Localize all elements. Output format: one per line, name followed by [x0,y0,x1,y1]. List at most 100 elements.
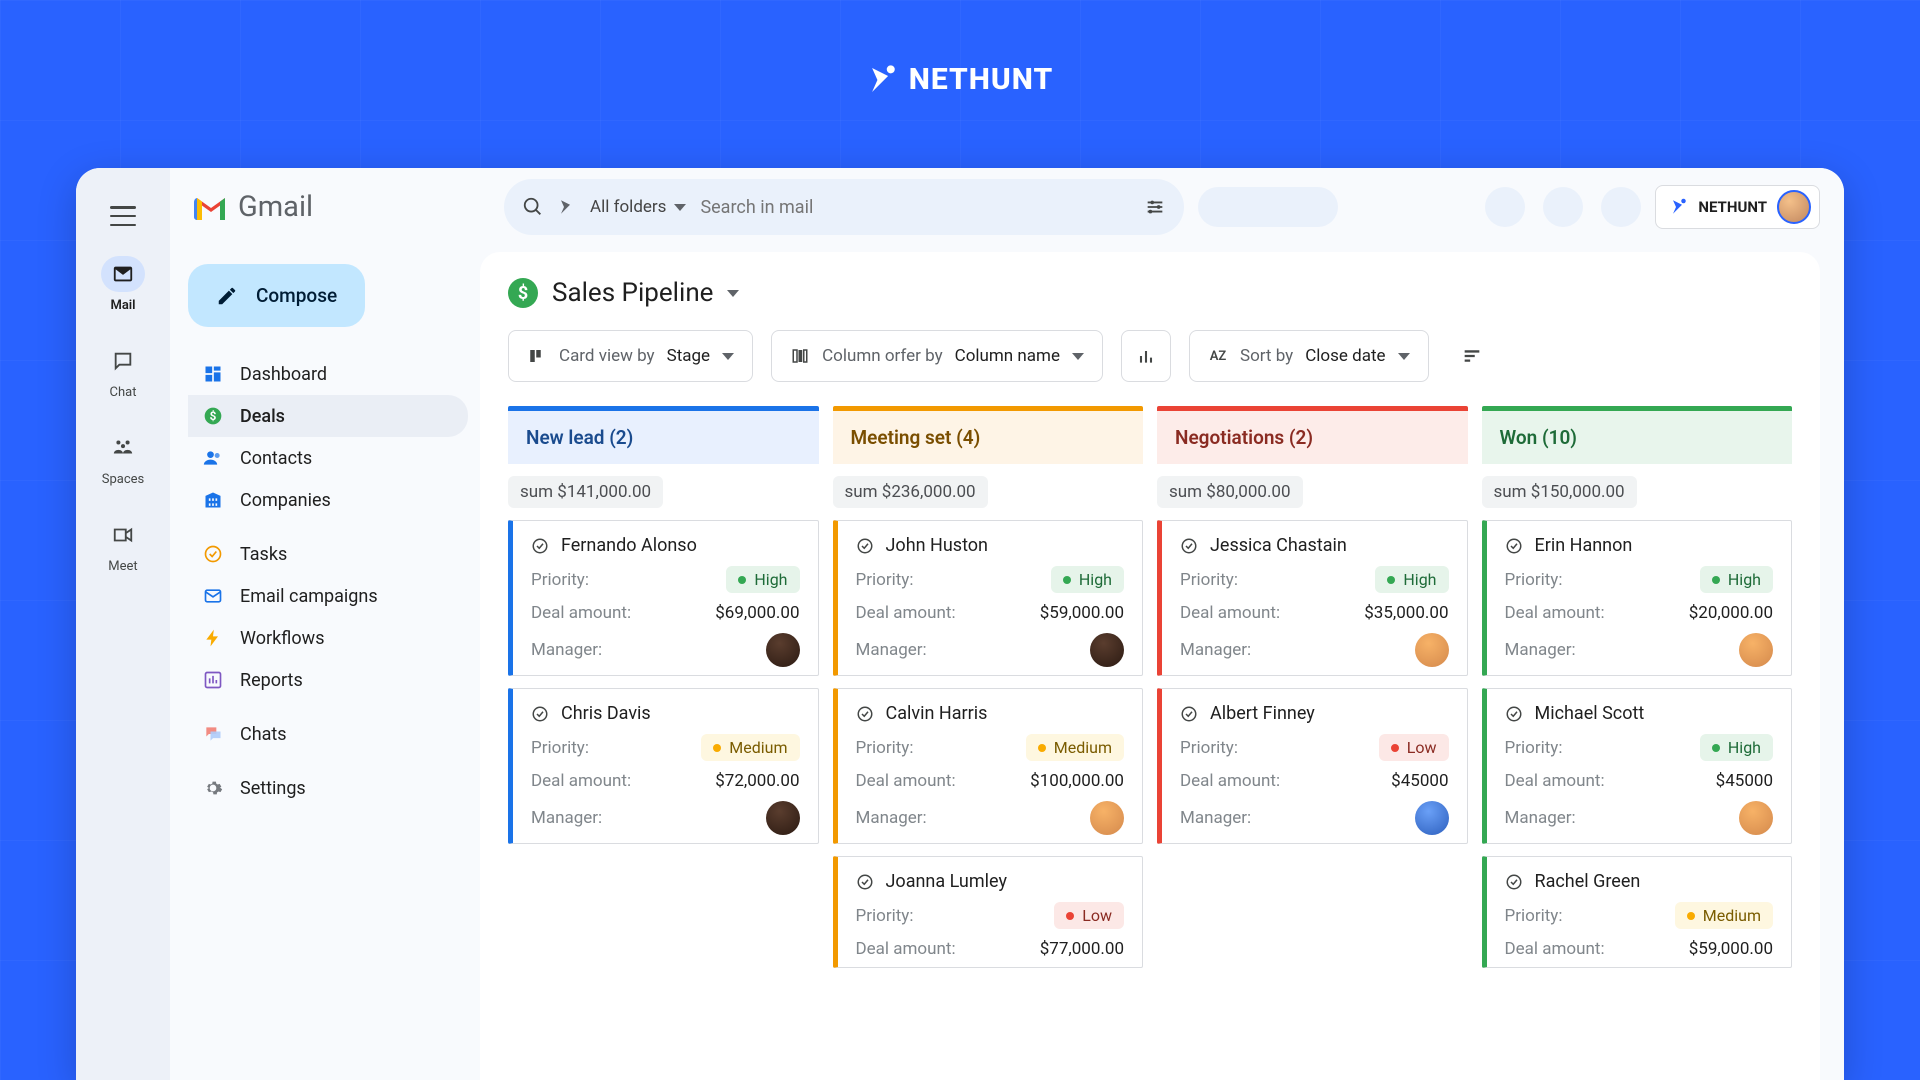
kanban-board: New lead (2) sum $141,000.00 Fernando Al… [508,406,1792,1080]
nav-tasks[interactable]: Tasks [188,533,468,575]
tune-icon[interactable] [1144,196,1166,218]
column-sum: sum $236,000.00 [833,476,988,508]
sort-icon [1461,345,1483,367]
compose-button[interactable]: Compose [188,264,365,327]
deal-card[interactable]: Chris Davis Priority:Medium Deal amount:… [508,688,819,844]
pipeline-dropdown-icon[interactable] [727,290,739,297]
gmail-logo[interactable]: Gmail [188,190,468,224]
column-won: Won (10) sum $150,000.00 Erin Hannon Pri… [1482,406,1793,1080]
manager-avatar [766,801,800,835]
nav-chats[interactable]: Chats [188,713,468,755]
columnorder-control[interactable]: Column orfer by Column name [771,330,1103,382]
cardview-control[interactable]: Card view by Stage [508,330,753,382]
chats-icon [202,723,224,745]
topbar-action-circles [1485,187,1641,227]
chart-icon [202,669,224,691]
rail-chat[interactable]: Chat [76,343,170,400]
column-header[interactable]: Meeting set (4) [833,406,1144,464]
building-icon [202,489,224,511]
nav-deals[interactable]: $Deals [188,395,468,437]
manager-avatar [766,633,800,667]
column-sum: sum $141,000.00 [508,476,663,508]
check-circle-outline-icon [1505,705,1523,723]
manager-avatar [1739,633,1773,667]
pipeline-dollar-icon: $ [508,278,538,308]
az-icon: AZ [1208,346,1228,366]
deal-card[interactable]: Joanna Lumley Priority:Low Deal amount:$… [833,856,1144,968]
check-circle-outline-icon [856,873,874,891]
user-avatar[interactable] [1777,190,1811,224]
check-circle-outline-icon [1180,537,1198,555]
column-new-lead: New lead (2) sum $141,000.00 Fernando Al… [508,406,819,1080]
deal-card[interactable]: Fernando Alonso Priority:High Deal amoun… [508,520,819,676]
deal-card[interactable]: Calvin Harris Priority:Medium Deal amoun… [833,688,1144,844]
dollar-icon: $ [202,405,224,427]
folder-selector[interactable]: All folders [590,197,686,217]
page-title: Sales Pipeline [552,278,713,308]
check-circle-outline-icon [531,705,549,723]
lightning-icon [202,627,224,649]
nav-contacts[interactable]: Contacts [188,437,468,479]
nav-dashboard[interactable]: Dashboard [188,353,468,395]
sidebar: Gmail Compose Dashboard $Deals Contacts … [170,168,480,1080]
topbar-circle-2[interactable] [1543,187,1583,227]
chevron-down-icon [1398,353,1410,360]
deal-card[interactable]: Jessica Chastain Priority:High Deal amou… [1157,520,1468,676]
chevron-down-icon [1072,353,1084,360]
deal-card[interactable]: Erin Hannon Priority:High Deal amount:$2… [1482,520,1793,676]
nav-reports[interactable]: Reports [188,659,468,701]
main: All folders NETHUNT $ Sales Pipeline [480,168,1844,1080]
mail-icon [112,263,134,285]
searchbar[interactable]: All folders [504,179,1184,235]
topbar-circle-1[interactable] [1485,187,1525,227]
check-circle-outline-icon [856,537,874,555]
column-sum: sum $80,000.00 [1157,476,1303,508]
check-circle-outline-icon [1180,705,1198,723]
rail-meet[interactable]: Meet [76,517,170,574]
kanban-icon [527,346,547,366]
column-negotiations: Negotiations (2) sum $80,000.00 Jessica … [1157,406,1468,1080]
pencil-icon [216,285,238,307]
hamburger-icon[interactable] [110,206,136,226]
nav-settings[interactable]: Settings [188,767,468,809]
bar-chart-icon [1136,346,1156,366]
nethunt-small-icon [558,198,576,216]
manager-avatar [1090,801,1124,835]
check-circle-outline-icon [531,537,549,555]
chevron-down-icon [722,353,734,360]
content-panel: $ Sales Pipeline Card view by Stage Colu… [480,252,1820,1080]
app-window: Mail Chat Spaces Meet Gmail Compose Dash… [76,168,1844,1080]
rail-spaces[interactable]: Spaces [76,430,170,487]
manager-avatar [1415,801,1449,835]
spaces-icon [112,437,134,459]
stats-button[interactable] [1121,330,1171,382]
nethunt-badge[interactable]: NETHUNT [1655,185,1820,229]
contacts-icon [202,447,224,469]
deal-card[interactable]: John Huston Priority:High Deal amount:$5… [833,520,1144,676]
nav-workflows[interactable]: Workflows [188,617,468,659]
check-circle-outline-icon [856,705,874,723]
svg-text:$: $ [210,409,217,423]
column-header[interactable]: Negotiations (2) [1157,406,1468,464]
nav-campaigns[interactable]: Email campaigns [188,575,468,617]
gear-icon [202,777,224,799]
search-icon [522,196,544,218]
deal-card[interactable]: Michael Scott Priority:High Deal amount:… [1482,688,1793,844]
envelope-icon [202,585,224,607]
brand-logo-top: NETHUNT [867,62,1053,97]
dashboard-icon [202,363,224,385]
deal-card[interactable]: Rachel Green Priority:Medium Deal amount… [1482,856,1793,968]
chat-icon [112,350,134,372]
topbar-circle-3[interactable] [1601,187,1641,227]
gmail-icon [194,194,228,220]
deal-card[interactable]: Albert Finney Priority:Low Deal amount:$… [1157,688,1468,844]
search-input[interactable] [700,197,1130,218]
page-title-row: $ Sales Pipeline [508,278,1792,308]
column-header[interactable]: New lead (2) [508,406,819,464]
sort-control[interactable]: AZ Sort by Close date [1189,330,1429,382]
column-header[interactable]: Won (10) [1482,406,1793,464]
rail-mail[interactable]: Mail [76,256,170,313]
nav-companies[interactable]: Companies [188,479,468,521]
rail: Mail Chat Spaces Meet [76,168,170,1080]
sort-lines-button[interactable] [1447,330,1497,382]
